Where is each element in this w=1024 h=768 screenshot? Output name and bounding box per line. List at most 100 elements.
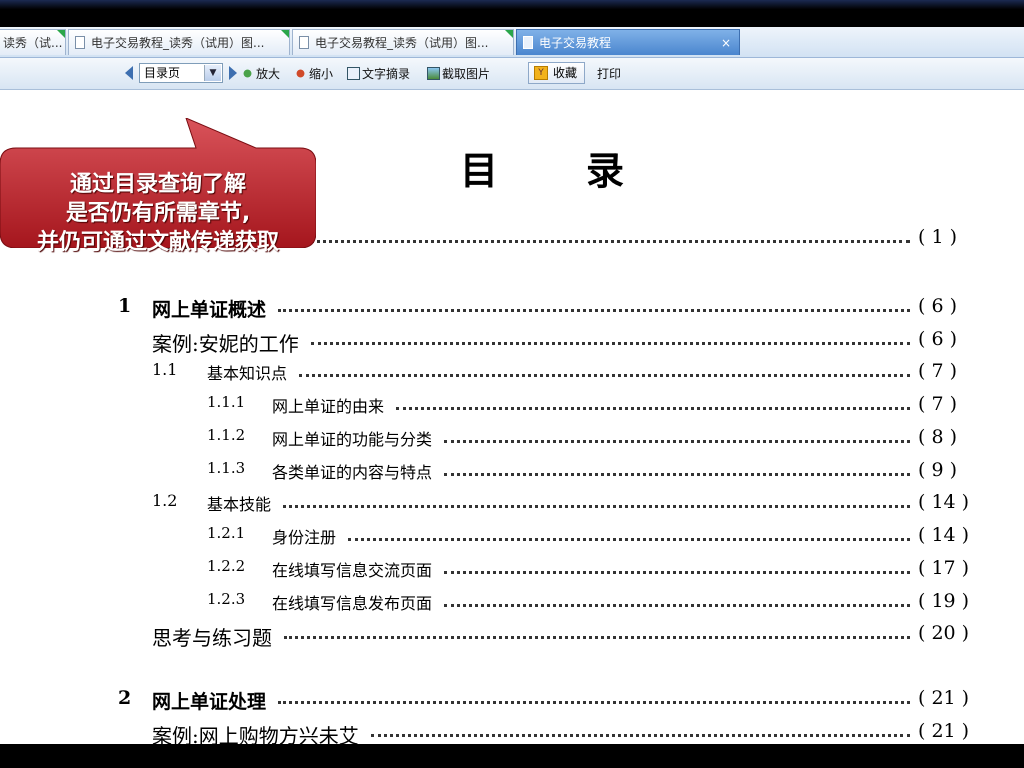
- toc-entry-number: 1.2.3: [207, 590, 246, 608]
- capture-image-label: 截取图片: [442, 67, 491, 81]
- close-tab-icon[interactable]: ×: [721, 30, 731, 55]
- toc-entry-title: 网上单证的由来: [272, 397, 385, 416]
- toc-entry-title: 基本技能: [207, 495, 272, 514]
- document-icon: [75, 36, 85, 49]
- tab-label: 电子交易教程_读秀（试用）图...: [315, 36, 489, 50]
- toc-entry-title: 基本知识点: [207, 364, 288, 383]
- toc-entry-number: 1.1.1: [207, 393, 246, 411]
- favorite-button[interactable]: Y 收藏: [528, 62, 585, 84]
- tab-label: 读秀（试...: [3, 36, 63, 50]
- capture-image-icon: [427, 67, 440, 80]
- toc-entry-title: 在线填写信息发布页面: [272, 594, 433, 613]
- green-flag-icon: [281, 30, 289, 38]
- toc-entry-title: 身份注册: [272, 528, 337, 547]
- toc-entry[interactable]: 1.2.3 在线填写信息发布页面 ( 19 ): [0, 590, 1024, 618]
- toc-leader-dots: [284, 636, 910, 639]
- toc-leader-dots: [371, 734, 910, 737]
- zoom-in-label: 放大: [256, 67, 281, 81]
- toc-entry-page: ( 1 ): [918, 226, 957, 248]
- toc-entry-page: ( 19 ): [918, 590, 970, 612]
- print-button[interactable]: 打印: [597, 65, 621, 83]
- toc-entry-page: ( 14 ): [918, 524, 970, 546]
- text-extract-icon: [347, 67, 360, 80]
- callout-line: 通过目录查询了解: [69, 172, 246, 197]
- toc-entry[interactable]: 1.2 基本技能 ( 14 ): [0, 491, 1024, 519]
- toc-entry-page: ( 8 ): [918, 426, 957, 448]
- toc-entry-page: ( 9 ): [918, 459, 957, 481]
- callout-line: 并仍可通过文献传递获取: [36, 230, 279, 255]
- capture-image-button[interactable]: 截取图片: [427, 65, 490, 83]
- toc-entry[interactable]: 案例:网上购物方兴未艾 ( 21 ): [0, 720, 1024, 744]
- toc-entry-number: 1: [118, 295, 132, 317]
- document-icon: [523, 36, 533, 49]
- toc-entry-number: 2: [118, 687, 132, 709]
- toc-entry[interactable]: 2 网上单证处理 ( 21 ): [0, 687, 1024, 715]
- toc-entry-page: ( 6 ): [918, 328, 957, 350]
- document-page: 目录 0绪论( 1 )1网上单证概述( 6 )案例:安妮的工作( 6 )1.1基…: [0, 90, 1024, 744]
- toc-entry-page: ( 17 ): [918, 557, 970, 579]
- next-page-arrow-icon[interactable]: [229, 66, 237, 80]
- toc-entry-title: 各类单证的内容与特点: [272, 463, 433, 482]
- favorite-label: 收藏: [553, 66, 578, 80]
- tab-label: 电子交易教程: [539, 36, 612, 50]
- tab-reader-2[interactable]: 电子交易教程_读秀（试用）图...: [68, 29, 290, 55]
- toc-entry-page: ( 20 ): [918, 622, 970, 644]
- text-extract-button[interactable]: 文字摘录: [347, 65, 410, 83]
- chevron-down-icon[interactable]: ▼: [204, 65, 221, 81]
- document-icon: [299, 36, 309, 49]
- toc-entry-number: 1.2.2: [207, 557, 246, 575]
- toc-entry-title: 网上单证处理: [152, 691, 267, 713]
- zoom-in-button[interactable]: 放大: [241, 65, 280, 83]
- toc-entry-page: ( 6 ): [918, 295, 957, 317]
- toc-entry[interactable]: 1.1.2 网上单证的功能与分类 ( 8 ): [0, 426, 1024, 454]
- callout-line: 是否仍有所需章节,: [65, 201, 251, 226]
- toc-leader-dots: [396, 407, 910, 410]
- toc-entry[interactable]: 案例:安妮的工作 ( 6 ): [0, 328, 1024, 356]
- favorite-star-icon: Y: [534, 66, 548, 80]
- toc-entry-page: ( 14 ): [918, 491, 970, 513]
- toc-entry-number: 1.2: [152, 491, 178, 510]
- print-label: 打印: [597, 67, 622, 81]
- zoom-out-button[interactable]: 缩小: [294, 65, 333, 83]
- toc-entry-title: 网上单证概述: [152, 299, 267, 321]
- tab-reader-1[interactable]: 读秀（试...: [0, 29, 66, 55]
- toc-entry[interactable]: 思考与练习题 ( 20 ): [0, 622, 1024, 650]
- zoom-out-label: 缩小: [309, 67, 334, 81]
- toc-entry-page: ( 7 ): [918, 360, 957, 382]
- toc-entry[interactable]: 1.1.3 各类单证的内容与特点 ( 9 ): [0, 459, 1024, 487]
- toc-leader-dots: [444, 604, 910, 607]
- page-title: 目录: [460, 148, 713, 193]
- reader-toolbar: 目录页 ▼ 放大 缩小 文字摘录 截取图片 Y 收藏 打印: [0, 58, 1024, 90]
- toc-leader-dots: [283, 505, 910, 508]
- toc-leader-dots: [278, 309, 910, 312]
- toc-entry-number: 1.1.3: [207, 459, 246, 477]
- toc-entry-title: 案例:网上购物方兴未艾: [152, 724, 359, 744]
- toc-leader-dots: [278, 701, 910, 704]
- toc-entry-title: 在线填写信息交流页面: [272, 561, 433, 580]
- callout-text: 通过目录查询了解 是否仍有所需章节, 并仍可通过文献传递获取: [0, 170, 316, 257]
- toc-entry[interactable]: 1.1 基本知识点 ( 7 ): [0, 360, 1024, 388]
- page-select[interactable]: 目录页 ▼: [139, 63, 223, 83]
- toc-entry-number: 1.1.2: [207, 426, 246, 444]
- toc-leader-dots: [348, 538, 910, 541]
- toc-entry-title: 案例:安妮的工作: [152, 332, 299, 356]
- toc-entry[interactable]: 1.2.1 身份注册 ( 14 ): [0, 524, 1024, 552]
- tab-reader-3[interactable]: 电子交易教程_读秀（试用）图...: [292, 29, 514, 55]
- toc-entry-page: ( 7 ): [918, 393, 957, 415]
- tab-active-document[interactable]: 电子交易教程 ×: [516, 29, 740, 55]
- toc-entry[interactable]: 1.2.2 在线填写信息交流页面 ( 17 ): [0, 557, 1024, 585]
- toc-leader-dots: [444, 571, 910, 574]
- toc-entry-number: 1.1: [152, 360, 178, 379]
- toc-leader-dots: [444, 440, 910, 443]
- top-dark-bar: [0, 0, 1024, 27]
- previous-page-arrow-icon[interactable]: [125, 66, 133, 80]
- zoom-in-icon: [241, 67, 254, 80]
- toc-entry-title: 网上单证的功能与分类: [272, 430, 433, 449]
- toc-entry-page: ( 21 ): [918, 720, 970, 742]
- green-flag-icon: [505, 30, 513, 38]
- tab-bar: 读秀（试... 电子交易教程_读秀（试用）图... 电子交易教程_读秀（试用）图…: [0, 27, 1024, 58]
- zoom-out-icon: [294, 67, 307, 80]
- toc-entry[interactable]: 1.1.1 网上单证的由来 ( 7 ): [0, 393, 1024, 421]
- toc-entry[interactable]: 1 网上单证概述 ( 6 ): [0, 295, 1024, 323]
- annotation-callout: 通过目录查询了解 是否仍有所需章节, 并仍可通过文献传递获取: [0, 118, 316, 255]
